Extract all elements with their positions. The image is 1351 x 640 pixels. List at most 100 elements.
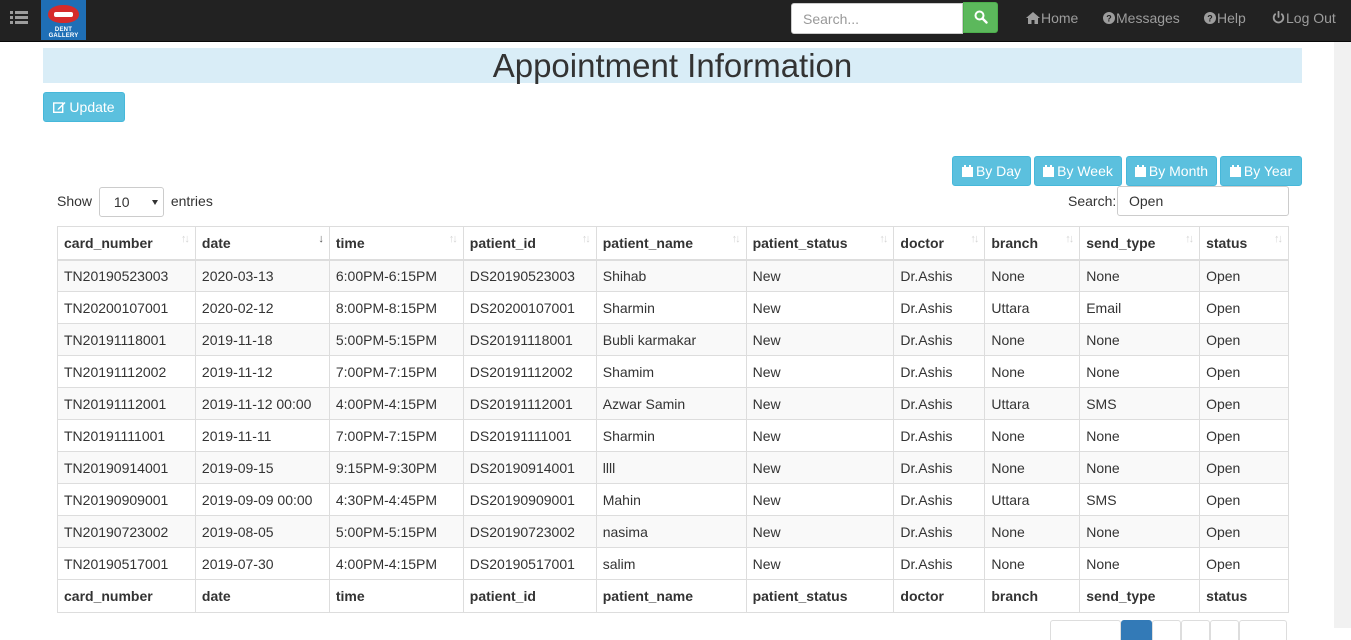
table-row[interactable]: TN20191111001 2019-11-11 7:00PM-7:15PM DS20… [57, 419, 1289, 452]
pagination-page[interactable] [1210, 620, 1239, 640]
app-logo[interactable]: DENT GALLERY [41, 0, 86, 40]
table-row[interactable]: TN20190909001 2019-09-09 00:00 4:30PM-4:45… [57, 483, 1289, 516]
update-button[interactable]: Update [43, 92, 125, 122]
cell-date: 2019-08-05 [194, 515, 330, 548]
cell-date: 2019-11-12 00:00 [194, 387, 330, 420]
table-row[interactable]: TN20190914001 2019-09-15 9:15PM-9:30PM DS20… [57, 451, 1289, 484]
column-header-status[interactable]: status ↑↓ [1199, 226, 1289, 261]
cell-doctor: Dr.Ashis [893, 483, 986, 516]
appointments-table: card_number ↑↓ date ↓ time ↑↓ patient_id ↑↓ pati… [57, 226, 1289, 613]
filter-by-day-button[interactable]: By Day [952, 156, 1031, 186]
column-header-card-number[interactable]: card_number ↑↓ [57, 226, 196, 261]
filter-by-week-button[interactable]: By Week [1034, 156, 1122, 186]
cell-patient-status: New [745, 259, 895, 292]
table-row[interactable]: TN20190723002 2019-08-05 5:00PM-5:15PM DS20… [57, 515, 1289, 548]
cell-status: Open [1199, 259, 1289, 292]
nav-logout-link[interactable]: Log Out [1272, 10, 1336, 28]
column-header-patient-name[interactable]: patient_name ↑↓ [595, 226, 747, 261]
pagination-page-active[interactable] [1121, 620, 1152, 640]
pagination-page[interactable] [1181, 620, 1210, 640]
cell-patient-id: DS20190517001 [462, 547, 597, 580]
pagination-page[interactable] [1152, 620, 1181, 640]
table-row[interactable]: TN20191112002 2019-11-12 7:00PM-7:15PM DS20… [57, 355, 1289, 388]
entries-label: entries [170, 193, 213, 209]
column-header-label: branch [991, 234, 1039, 251]
cell-patient-status: New [745, 547, 895, 580]
cell-date: 2019-11-18 [194, 323, 330, 356]
column-header-date[interactable]: date ↓ [194, 226, 330, 261]
cell-patient-status: New [745, 451, 895, 484]
cell-date: 2019-07-30 [194, 547, 330, 580]
table-row[interactable]: TN20190523003 2020-03-13 6:00PM-6:15PM DS20… [57, 259, 1289, 292]
cell-branch: Uttara [984, 387, 1081, 420]
cell-branch: Uttara [984, 483, 1081, 516]
calendar-icon [1229, 165, 1241, 177]
cell-card-number: TN20190517001 [57, 547, 196, 580]
cell-time: 9:15PM-9:30PM [328, 451, 464, 484]
table-row[interactable]: TN20190517001 2019-07-30 4:00PM-4:15PM DS20… [57, 547, 1289, 580]
nav-home-link[interactable]: Home [1026, 10, 1078, 28]
filter-by-month-button[interactable]: By Month [1126, 156, 1217, 186]
nav-help-label: Help [1217, 10, 1246, 26]
cell-send-type: SMS [1079, 483, 1201, 516]
cell-date: 2019-09-15 [194, 451, 330, 484]
cell-date: 2020-03-13 [194, 259, 330, 292]
cell-doctor: Dr.Ashis [893, 547, 986, 580]
nav-messages-link[interactable]: ? Messages [1103, 10, 1180, 28]
cell-time: 4:30PM-4:45PM [328, 483, 464, 516]
column-footer-status: status [1199, 579, 1289, 613]
cell-send-type: None [1079, 259, 1201, 292]
table-row[interactable]: TN20191118001 2019-11-18 5:00PM-5:15PM DS20… [57, 323, 1289, 356]
filter-by-week-label: By Week [1057, 163, 1113, 179]
cell-status: Open [1199, 451, 1289, 484]
cell-doctor: Dr.Ashis [893, 387, 986, 420]
page-length-select[interactable]: 10 [98, 187, 164, 218]
column-header-send-type[interactable]: send_type ↑↓ [1079, 226, 1201, 261]
column-header-time[interactable]: time ↑↓ [328, 226, 464, 261]
table-search-input[interactable]: Open [1117, 186, 1289, 216]
cell-time: 5:00PM-5:15PM [328, 515, 464, 548]
filter-by-year-button[interactable]: By Year [1220, 156, 1302, 186]
cell-time: 4:00PM-4:15PM [328, 387, 464, 420]
table-row[interactable]: TN20200107001 2020-02-12 8:00PM-8:15PM DS20… [57, 291, 1289, 324]
page-scrollbar[interactable] [1334, 42, 1351, 628]
filter-by-day-label: By Day [975, 163, 1022, 179]
column-header-doctor[interactable]: doctor ↑↓ [893, 226, 986, 261]
cell-patient-name: nasima [595, 515, 747, 548]
column-header-patient-id[interactable]: patient_id ↑↓ [462, 226, 597, 261]
column-footer-patient-status: patient_status [745, 579, 895, 613]
column-footer-time: time [328, 579, 464, 613]
column-header-branch[interactable]: branch ↑↓ [984, 226, 1081, 261]
sort-both-icon: ↑↓ [581, 233, 591, 245]
edit-icon [53, 102, 66, 114]
cell-patient-name: Sharmin [595, 291, 747, 324]
pagination-next[interactable] [1239, 620, 1287, 640]
cell-send-type: None [1079, 451, 1201, 484]
sort-desc-icon: ↓ [318, 233, 323, 245]
cell-patient-status: New [745, 387, 895, 420]
nav-home-label: Home [1041, 10, 1079, 26]
column-footer-card-number: card_number [57, 579, 196, 613]
cell-patient-status: New [745, 323, 895, 356]
column-header-patient-status[interactable]: patient_status ↑↓ [745, 226, 895, 261]
nav-search-input[interactable] [791, 3, 963, 34]
logo-text: DENT GALLERY [48, 27, 79, 39]
table-row[interactable]: TN20191112001 2019-11-12 00:00 4:00PM-4:15… [57, 387, 1289, 420]
table-search-control: Search: Open [1068, 186, 1289, 216]
cell-patient-id: DS20190914001 [462, 451, 597, 484]
menu-list-icon[interactable] [10, 10, 28, 26]
page-length-control: Show 10 entries [57, 186, 213, 218]
cell-patient-id: DS20191112001 [462, 387, 597, 420]
question-circle-icon: ? [1204, 12, 1216, 24]
column-header-label: doctor [900, 234, 944, 251]
pagination-previous[interactable] [1050, 620, 1121, 640]
nav-help-link[interactable]: ? Help [1204, 10, 1246, 28]
cell-patient-status: New [745, 355, 895, 388]
page-length-value: 10 [113, 194, 130, 211]
search-icon [974, 10, 988, 24]
table-search-label: Search: [1068, 193, 1117, 209]
column-footer-patient-id: patient_id [462, 579, 597, 613]
cell-time: 7:00PM-7:15PM [328, 419, 464, 452]
nav-search-button[interactable] [963, 2, 998, 33]
cell-card-number: TN20191111001 [57, 419, 196, 452]
